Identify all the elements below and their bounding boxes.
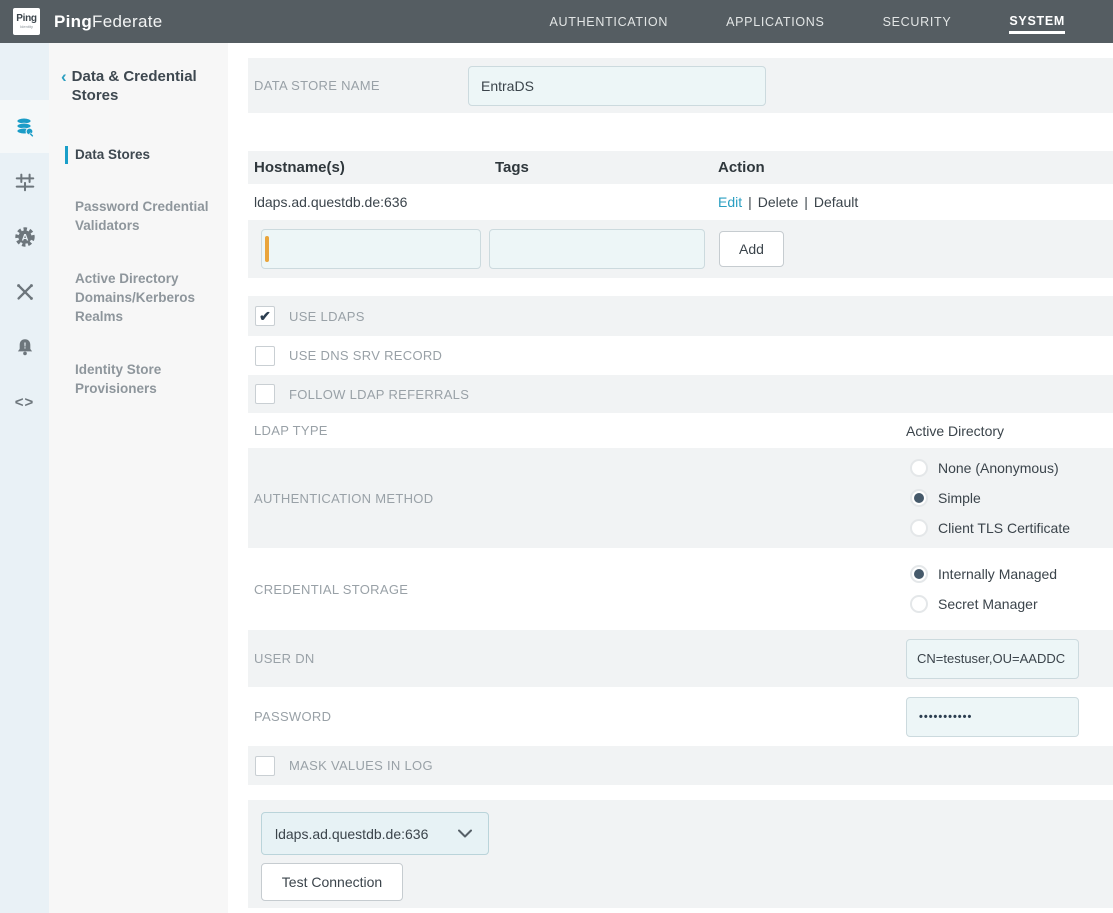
nav-item-security[interactable]: SECURITY	[883, 11, 952, 32]
mask-values-checkbox[interactable]	[255, 756, 275, 776]
credential-storage-options: Internally Managed Secret Manager	[910, 559, 1057, 619]
sidebar-item-identity-store-provisioners[interactable]: Identity Store Provisioners	[65, 361, 215, 399]
ping-logo: Ping Identity	[13, 8, 40, 35]
app-title-bold: Ping	[54, 12, 92, 31]
radio-option-secret-manager[interactable]: Secret Manager	[910, 589, 1057, 619]
action-separator: |	[804, 194, 808, 210]
authentication-method-row: AUTHENTICATION METHOD None (Anonymous) S…	[248, 448, 1113, 548]
mask-values-label: MASK VALUES IN LOG	[289, 758, 433, 773]
sidebar-item-ad-domains-kerberos-realms[interactable]: Active Directory Domains/Kerberos Realms	[65, 270, 215, 327]
password-row: PASSWORD	[248, 687, 1113, 746]
use-dns-srv-row: USE DNS SRV RECORD	[248, 336, 1113, 375]
radio-none-anonymous[interactable]	[910, 459, 928, 477]
ldap-type-row: LDAP TYPE Active Directory	[248, 413, 1113, 448]
column-tags: Tags	[495, 159, 529, 176]
follow-ldap-referrals-label: FOLLOW LDAP REFERRALS	[289, 387, 469, 402]
notifications-icon[interactable]: !	[0, 335, 49, 359]
ldap-type-label: LDAP TYPE	[254, 423, 328, 438]
sidebar-items: Data Stores Password Credential Validato…	[49, 146, 228, 399]
required-indicator	[265, 236, 269, 262]
delete-link[interactable]: Delete	[758, 194, 798, 210]
sliders-icon[interactable]	[0, 170, 49, 194]
action-cell: Edit | Delete | Default	[718, 194, 858, 210]
default-link[interactable]: Default	[814, 194, 858, 210]
top-nav-menu: AUTHENTICATION APPLICATIONS SECURITY SYS…	[549, 10, 1065, 34]
svg-text:A: A	[21, 232, 28, 243]
nav-item-authentication[interactable]: AUTHENTICATION	[549, 11, 668, 32]
user-dn-input[interactable]	[906, 639, 1079, 679]
svg-text:!: !	[23, 341, 26, 350]
new-tags-input[interactable]	[489, 229, 705, 269]
ping-logo-subtext: Identity	[20, 25, 33, 29]
action-separator: |	[748, 194, 752, 210]
main-content: DATA STORE NAME Hostname(s) Tags Action …	[228, 43, 1113, 913]
app-title-light: Federate	[92, 12, 162, 31]
gear-a-icon[interactable]: A	[0, 225, 49, 249]
password-input[interactable]	[906, 697, 1079, 737]
use-ldaps-label: USE LDAPS	[289, 309, 365, 324]
radio-option-simple[interactable]: Simple	[910, 483, 1070, 513]
nav-item-applications[interactable]: APPLICATIONS	[726, 11, 824, 32]
radio-option-client-tls-certificate[interactable]: Client TLS Certificate	[910, 513, 1070, 543]
sidebar-back-title[interactable]: ‹ Data & Credential Stores	[61, 68, 228, 106]
sidebar: ‹ Data & Credential Stores Data Stores P…	[49, 43, 228, 913]
column-hostnames: Hostname(s)	[254, 159, 345, 176]
radio-option-none-anonymous[interactable]: None (Anonymous)	[910, 453, 1070, 483]
hostname-cell: ldaps.ad.questdb.de:636	[254, 194, 407, 210]
icon-rail: A ! <>	[0, 43, 49, 913]
credential-storage-label: CREDENTIAL STORAGE	[254, 582, 408, 597]
authentication-method-label: AUTHENTICATION METHOD	[254, 491, 433, 506]
follow-ldap-referrals-checkbox[interactable]	[255, 384, 275, 404]
chevron-down-icon	[458, 829, 472, 838]
app-title: PingFederate	[54, 12, 162, 32]
use-dns-srv-label: USE DNS SRV RECORD	[289, 348, 442, 363]
user-dn-label: USER DN	[254, 651, 315, 666]
ping-logo-text: Ping	[16, 14, 36, 24]
radio-simple[interactable]	[910, 489, 928, 507]
ldap-type-value: Active Directory	[906, 423, 1004, 439]
chevron-left-icon[interactable]: ‹	[61, 68, 67, 106]
radio-client-tls-certificate[interactable]	[910, 519, 928, 537]
password-label: PASSWORD	[254, 709, 331, 724]
data-store-name-input[interactable]	[468, 66, 766, 106]
add-hostname-row: Add	[248, 220, 1113, 278]
new-hostname-input[interactable]	[261, 229, 481, 269]
code-icon[interactable]: <>	[0, 390, 49, 414]
sidebar-item-data-stores[interactable]: Data Stores	[65, 146, 215, 165]
test-connection-button[interactable]: Test Connection	[261, 863, 403, 901]
mask-values-row: MASK VALUES IN LOG	[248, 746, 1113, 785]
data-stores-icon[interactable]	[0, 115, 49, 139]
follow-ldap-referrals-row: FOLLOW LDAP REFERRALS	[248, 375, 1113, 413]
user-dn-row: USER DN	[248, 630, 1113, 687]
use-ldaps-checkbox[interactable]	[255, 306, 275, 326]
hosts-table-header: Hostname(s) Tags Action	[248, 151, 1113, 184]
add-button[interactable]: Add	[719, 231, 784, 267]
authentication-method-options: None (Anonymous) Simple Client TLS Certi…	[910, 453, 1070, 543]
hostname-select-value: ldaps.ad.questdb.de:636	[275, 826, 428, 842]
hostname-select[interactable]: ldaps.ad.questdb.de:636	[261, 812, 489, 855]
radio-internally-managed[interactable]	[910, 565, 928, 583]
use-dns-srv-checkbox[interactable]	[255, 346, 275, 366]
credential-storage-row: CREDENTIAL STORAGE Internally Managed Se…	[248, 548, 1113, 630]
hosts-table-row: ldaps.ad.questdb.de:636 Edit | Delete | Defa…	[248, 184, 1113, 220]
edit-link[interactable]: Edit	[718, 194, 742, 210]
nav-item-system[interactable]: SYSTEM	[1009, 10, 1065, 34]
radio-option-internally-managed[interactable]: Internally Managed	[910, 559, 1057, 589]
radio-secret-manager[interactable]	[910, 595, 928, 613]
top-navbar: Ping Identity PingFederate AUTHENTICATIO…	[0, 0, 1113, 43]
test-connection-section: ldaps.ad.questdb.de:636 Test Connection	[248, 800, 1113, 908]
column-action: Action	[718, 159, 765, 176]
data-store-name-row: DATA STORE NAME	[248, 58, 1113, 113]
sidebar-title: Data & Credential Stores	[72, 68, 206, 106]
sidebar-item-password-credential-validators[interactable]: Password Credential Validators	[65, 198, 215, 236]
data-store-name-label: DATA STORE NAME	[254, 78, 380, 93]
use-ldaps-row: USE LDAPS	[248, 296, 1113, 336]
tools-icon[interactable]	[0, 280, 49, 304]
